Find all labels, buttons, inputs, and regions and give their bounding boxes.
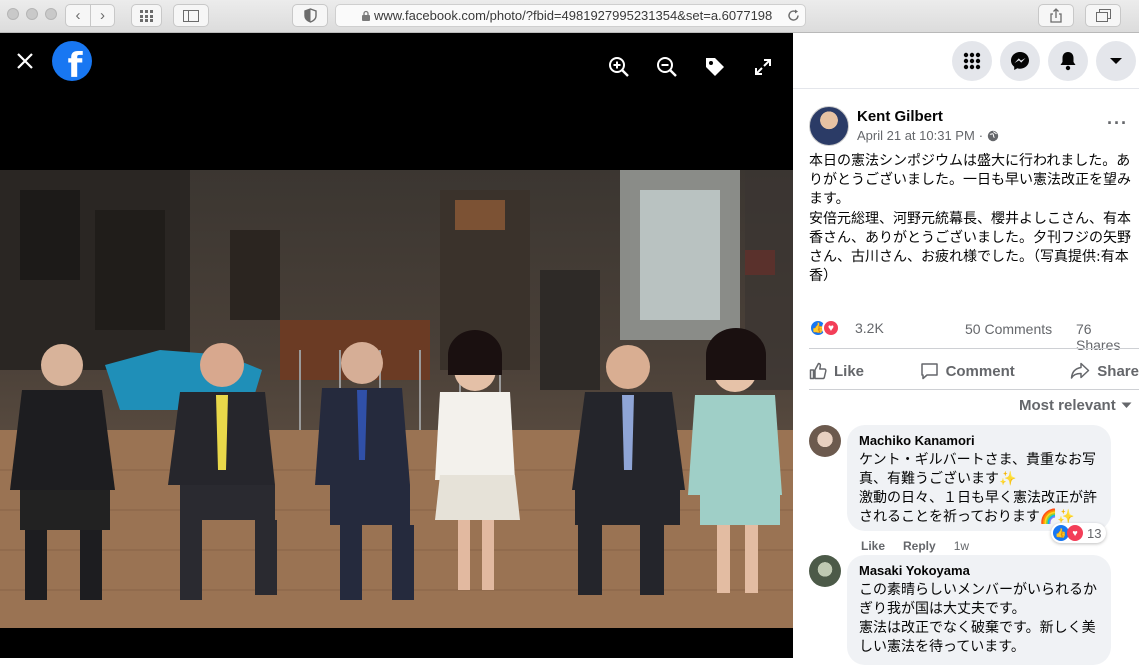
close-viewer-button[interactable] [11,47,39,75]
comment-item: Masaki Yokoyama この素晴らしいメンバーがいられるかぎり我が国は大… [809,555,1139,665]
back-button[interactable]: ‹ [66,5,90,26]
comment-item: Machiko Kanamori ケント・ギルバートさま、貴重なお写真、有難うご… [809,425,1139,555]
thumbs-up-icon [809,362,827,380]
love-reaction-icon[interactable]: ♥ [822,319,840,337]
author-avatar[interactable] [809,106,849,146]
tag-photo-button[interactable] [701,53,729,81]
comment-button[interactable]: Comment [920,362,1015,380]
post-sidebar: Kent Gilbert April 21 at 10:31 PM · ··· … [793,33,1139,665]
zoom-in-button[interactable] [605,53,633,81]
url-text: www.facebook.com/photo/?fbid=49819279952… [374,8,773,23]
address-bar[interactable]: www.facebook.com/photo/?fbid=49819279952… [335,4,806,27]
comments-count[interactable]: 50 Comments [965,321,1052,337]
account-button[interactable] [1096,41,1136,81]
share-page-button[interactable] [1038,4,1074,27]
messenger-button[interactable] [1000,41,1040,81]
facebook-f-icon: f [67,46,83,81]
sidebar-icon [183,9,199,22]
post-actions: Like Comment Share [809,354,1139,388]
post-meta: April 21 at 10:31 PM · [857,128,999,143]
share-button[interactable]: Share [1070,362,1139,380]
menu-button[interactable] [952,41,992,81]
like-button[interactable]: Like [809,362,864,380]
notifications-button[interactable] [1048,41,1088,81]
commenter-name[interactable]: Masaki Yokoyama [859,563,1099,578]
comment-label: Comment [945,362,1015,380]
zoom-window-button[interactable] [45,8,57,20]
divider [809,348,1139,349]
tag-icon [706,58,724,76]
close-window-button[interactable] [7,8,19,20]
minimize-window-button[interactable] [26,8,38,20]
post-body: 本日の憲法シンポジウムは盛大に行われました。ありがとうございました。一日も早い憲… [809,153,1131,285]
menu-grid-icon [963,52,981,70]
share-label: Share [1097,362,1139,380]
comment-sort-dropdown[interactable]: Most relevant [1019,397,1132,414]
privacy-report-button[interactable] [292,4,328,27]
comment-text: この素晴らしいメンバーがいられるかぎり我が国は大丈夫です。 憲法は改正でなく破棄… [859,582,1097,655]
fullscreen-button[interactable] [749,53,777,81]
share-arrow-icon [1071,362,1090,379]
commenter-name[interactable]: Machiko Kanamori [859,433,1099,448]
comment-time[interactable]: 1w [954,539,969,553]
bell-icon [1060,52,1076,71]
facebook-top-nav [793,33,1139,89]
comment-bubble: Masaki Yokoyama この素晴らしいメンバーがいられるかぎり我が国は大… [847,555,1111,665]
like-label: Like [834,362,865,380]
post-date[interactable]: April 21 at 10:31 PM [857,128,975,143]
caret-down-icon [1110,58,1122,64]
comment-like-link[interactable]: Like [861,539,885,553]
divider [809,389,1139,390]
reaction-count[interactable]: 3.2K [855,320,884,336]
sort-label: Most relevant [1019,397,1116,414]
comment-reaction-count: 13 [1087,525,1102,541]
show-tabs-button[interactable] [1085,4,1121,27]
browser-toolbar: ‹ › www.facebook.com/photo/?fbid=4981927… [0,0,1139,33]
sidebar-toggle-button[interactable] [173,4,209,27]
fullscreen-icon [755,59,771,75]
facebook-logo[interactable]: f [52,41,92,81]
grid-dots-icon [139,9,153,22]
love-reaction-icon: ♥ [1067,525,1083,541]
comment-bubble: Machiko Kanamori ケント・ギルバートさま、貴重なお写真、有難うご… [847,425,1111,531]
forward-button[interactable]: › [90,5,114,26]
history-nav: ‹ › [65,4,115,27]
comment-reply-link[interactable]: Reply [903,539,936,553]
post-author[interactable]: Kent Gilbert [857,108,943,125]
tabs-icon [1095,9,1111,22]
shield-icon [303,8,317,23]
messenger-icon [1011,52,1029,70]
caret-down-icon [1121,402,1132,408]
post-options-button[interactable]: ··· [1107,113,1128,134]
zoom-out-icon [657,57,677,77]
commenter-avatar[interactable] [809,425,841,457]
photo-viewer: f [0,33,793,658]
photo-scene [0,170,793,628]
meta-separator: · [978,128,984,143]
comment-links: Like Reply 1w [861,539,969,553]
reaction-summary: 👍 ♥ 3.2K 50 Comments 76 Shares [809,317,1139,353]
comment-icon [920,363,938,380]
globe-icon [987,130,999,141]
tab-overview-button[interactable] [131,4,162,27]
share-icon [1050,8,1062,23]
zoom-in-icon [609,57,629,77]
lock-icon [362,10,370,21]
commenter-avatar[interactable] [809,555,841,587]
post-photo[interactable] [0,170,793,628]
reload-icon[interactable] [787,9,800,22]
zoom-out-button[interactable] [653,53,681,81]
comment-text: ケント・ギルバートさま、貴重なお写真、有難うございます✨ 激動の日々、１日も早く… [859,452,1097,525]
comment-reactions[interactable]: 👍 ♥ 13 [1051,523,1107,543]
close-icon [17,53,33,69]
